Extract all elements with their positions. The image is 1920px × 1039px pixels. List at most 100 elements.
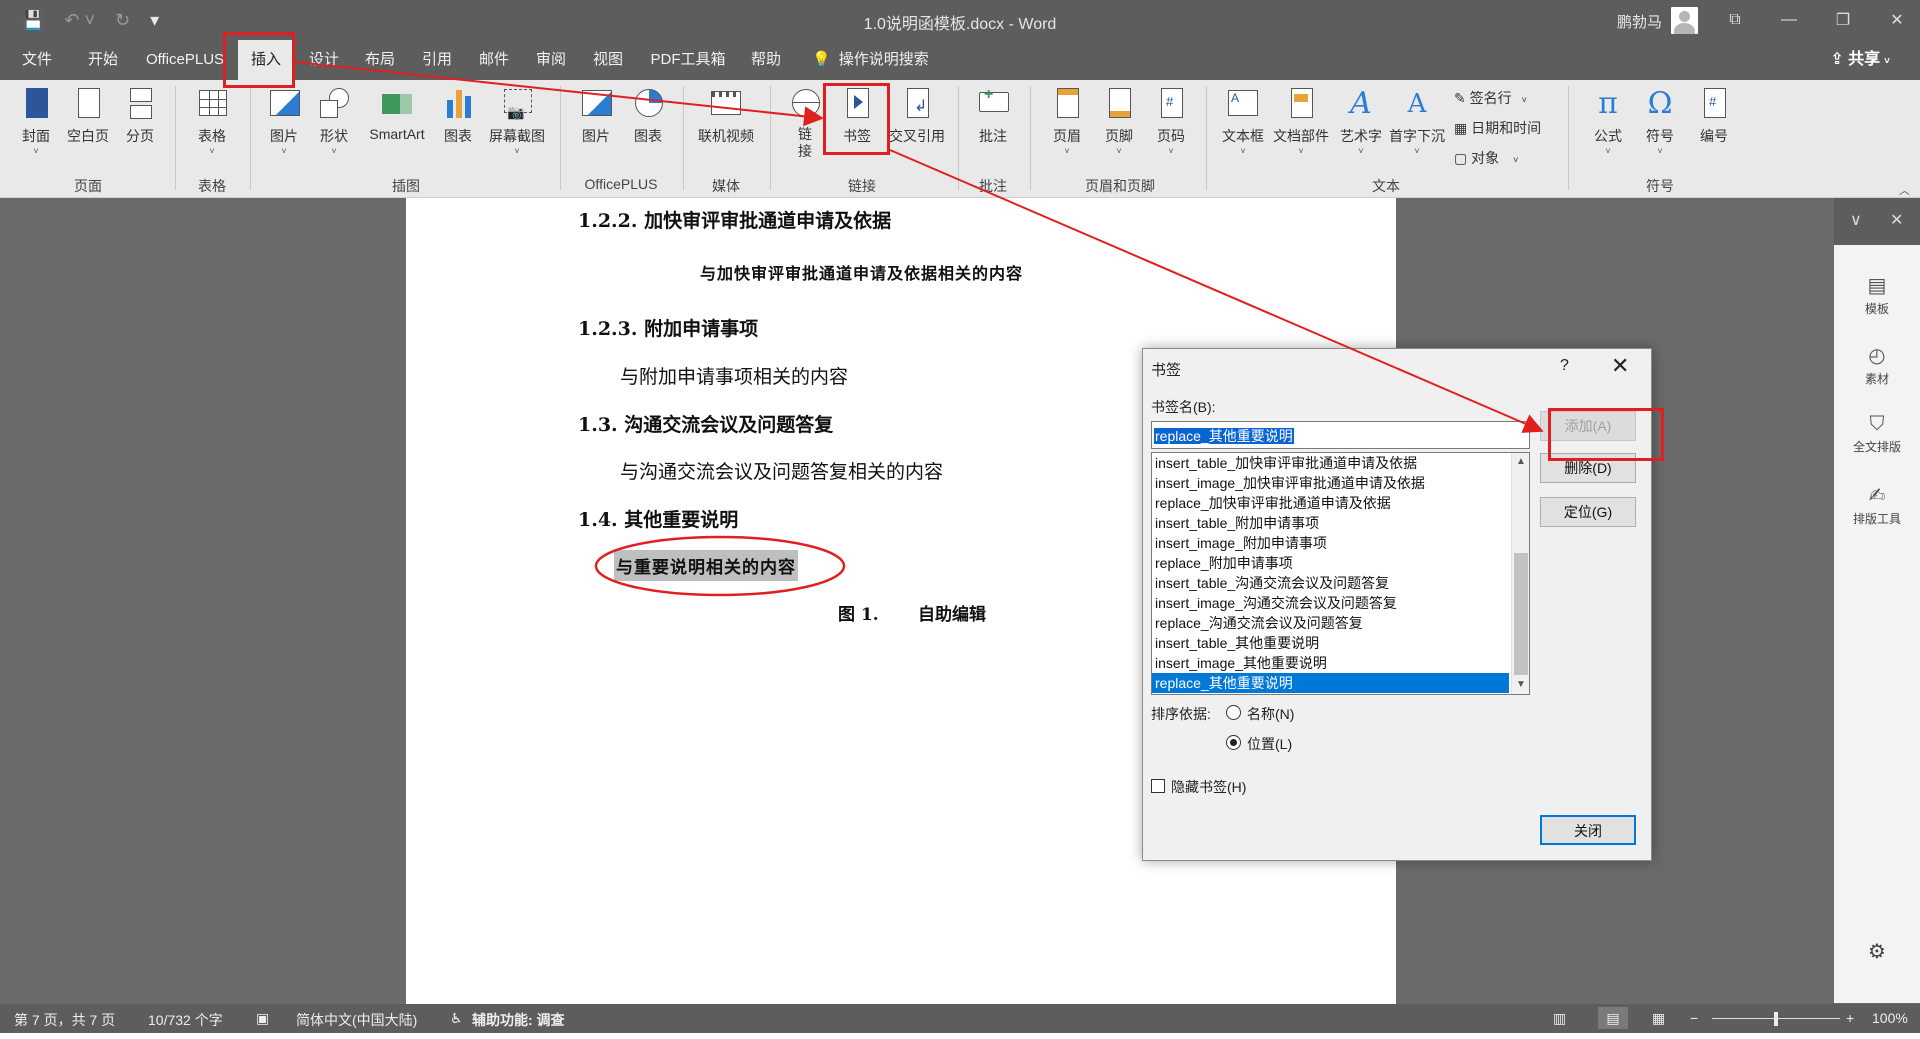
chevron-down-icon[interactable]: ∨: [1850, 210, 1862, 230]
bookmark-list-item[interactable]: insert_image_加快审评审批通道申请及依据: [1152, 473, 1509, 493]
tab-review[interactable]: 审阅: [530, 40, 572, 80]
link-button[interactable]: 链接: [782, 86, 828, 160]
bookmark-button[interactable]: 书签: [832, 86, 882, 146]
undo-icon[interactable]: ↶ ˅: [64, 10, 95, 31]
quick-parts-button[interactable]: 文档部件 ˅: [1270, 86, 1332, 156]
scroll-down-icon[interactable]: ▼: [1512, 676, 1529, 694]
table-button[interactable]: 表格 ˅: [190, 86, 234, 156]
word-count[interactable]: 10/732 个字: [148, 1010, 223, 1030]
bookmark-list[interactable]: insert_table_加快审评审批通道申请及依据 insert_image_加…: [1151, 452, 1530, 695]
ribbon-display-options-icon[interactable]: ⧉: [1712, 0, 1758, 40]
bookmark-list-item[interactable]: insert_image_沟通交流会议及问题答复: [1152, 593, 1509, 613]
tab-officeplus[interactable]: OfficePLUS: [140, 40, 230, 80]
avatar[interactable]: [1671, 7, 1698, 34]
side-panel-templates[interactable]: ▤ 模板: [1834, 273, 1920, 317]
textbox-button[interactable]: A 文本框 ˅: [1216, 86, 1270, 156]
close-button[interactable]: 关闭: [1540, 815, 1636, 845]
close-icon[interactable]: ✕: [1890, 210, 1903, 230]
read-mode-icon[interactable]: ▥: [1553, 1010, 1566, 1027]
language[interactable]: 简体中文(中国大陆): [296, 1010, 417, 1030]
bookmark-name-input[interactable]: replace_其他重要说明: [1151, 421, 1530, 449]
minimize-icon[interactable]: —: [1766, 0, 1812, 40]
zoom-out-button[interactable]: −: [1690, 1010, 1698, 1026]
shapes-button[interactable]: 形状 ˅: [312, 86, 356, 156]
cross-reference-button[interactable]: ↲ 交叉引用: [884, 86, 950, 146]
picture-button[interactable]: 图片 ˅: [262, 86, 306, 156]
bookmark-list-item[interactable]: replace_其他重要说明: [1152, 673, 1509, 693]
side-panel-full-layout[interactable]: ⛉ 全文排版: [1834, 413, 1920, 455]
list-scrollbar[interactable]: ▲ ▼: [1511, 453, 1529, 694]
save-icon[interactable]: 💾: [22, 10, 44, 31]
tab-help[interactable]: 帮助: [745, 40, 787, 80]
print-layout-icon[interactable]: ▤: [1598, 1007, 1628, 1029]
object-button[interactable]: ▢ 对象 ˅: [1454, 148, 1518, 168]
customize-toolbar-icon[interactable]: ▾: [150, 10, 159, 31]
add-button[interactable]: 添加(A): [1540, 411, 1636, 441]
restore-icon[interactable]: ❐: [1820, 0, 1866, 40]
sort-by-name-label[interactable]: 名称(N): [1247, 704, 1294, 724]
drop-cap-button[interactable]: A 首字下沉 ˅: [1386, 86, 1448, 156]
collapse-ribbon-icon[interactable]: ︿: [1899, 182, 1910, 198]
tab-layout[interactable]: 布局: [359, 40, 401, 80]
smartart-button[interactable]: SmartArt: [362, 86, 432, 142]
officeplus-chart-button[interactable]: 图表: [626, 86, 670, 146]
bookmark-list-item[interactable]: insert_table_沟通交流会议及问题答复: [1152, 573, 1509, 593]
dialog-close-icon[interactable]: ✕: [1611, 353, 1629, 379]
screenshot-button[interactable]: 📷 屏幕截图 ˅: [484, 86, 550, 156]
tab-mailings[interactable]: 邮件: [473, 40, 515, 80]
header-button[interactable]: 页眉 ˅: [1044, 86, 1090, 156]
signature-line-button[interactable]: ✎ 签名行 ˅: [1454, 88, 1527, 108]
tab-references[interactable]: 引用: [416, 40, 458, 80]
bookmark-list-item[interactable]: replace_附加申请事项: [1152, 553, 1509, 573]
bookmark-list-item[interactable]: insert_table_附加申请事项: [1152, 513, 1509, 533]
footer-button[interactable]: 页脚 ˅: [1096, 86, 1142, 156]
zoom-in-button[interactable]: +: [1846, 1010, 1854, 1026]
side-panel-layout-tools[interactable]: ✍ 排版工具: [1834, 483, 1920, 527]
web-layout-icon[interactable]: ▦: [1652, 1010, 1665, 1027]
close-icon[interactable]: ✕: [1874, 0, 1920, 40]
share-button[interactable]: ⇪ 共享 ˅: [1830, 40, 1890, 80]
help-icon[interactable]: ?: [1560, 357, 1569, 375]
sort-by-position-radio[interactable]: [1226, 735, 1241, 750]
page-number-button[interactable]: # 页码 ˅: [1148, 86, 1194, 156]
online-video-button[interactable]: 联机视频: [694, 86, 758, 146]
delete-button[interactable]: 删除(D): [1540, 453, 1636, 483]
bookmark-list-item[interactable]: insert_image_附加申请事项: [1152, 533, 1509, 553]
tab-design[interactable]: 设计: [303, 40, 345, 80]
bookmark-list-item[interactable]: replace_沟通交流会议及问题答复: [1152, 613, 1509, 633]
tab-view[interactable]: 视图: [587, 40, 629, 80]
comment-button[interactable]: + 批注: [970, 86, 1016, 146]
chart-button[interactable]: 图表: [438, 86, 478, 146]
bookmark-list-item[interactable]: insert_table_其他重要说明: [1152, 633, 1509, 653]
side-panel-materials[interactable]: ◴ 素材: [1834, 343, 1920, 387]
sort-by-position-label[interactable]: 位置(L): [1247, 734, 1292, 754]
blank-page-button[interactable]: 空白页: [62, 86, 114, 146]
numbering-button[interactable]: # 编号: [1690, 86, 1738, 146]
equation-button[interactable]: π 公式 ˅: [1584, 86, 1632, 156]
zoom-level[interactable]: 100%: [1872, 1010, 1908, 1026]
zoom-slider-thumb[interactable]: [1774, 1012, 1778, 1026]
page-break-button[interactable]: 分页: [118, 86, 162, 146]
scroll-up-icon[interactable]: ▲: [1512, 453, 1529, 471]
tab-pdf-tools[interactable]: PDF工具箱: [644, 40, 732, 80]
hide-bookmarks-checkbox[interactable]: [1151, 779, 1165, 793]
page-count[interactable]: 第 7 页，共 7 页: [14, 1010, 115, 1030]
sort-by-name-radio[interactable]: [1226, 705, 1241, 720]
wordart-button[interactable]: A 艺术字 ˅: [1336, 86, 1386, 156]
symbol-button[interactable]: Ω 符号 ˅: [1636, 86, 1684, 156]
tab-insert[interactable]: 插入: [238, 40, 294, 80]
bookmark-list-item[interactable]: insert_table_加快审评审批通道申请及依据: [1152, 453, 1509, 473]
bookmark-list-item[interactable]: insert_image_其他重要说明: [1152, 653, 1509, 673]
proofing-icon[interactable]: ▣: [256, 1010, 269, 1027]
user-name[interactable]: 鹏勃马: [1617, 11, 1662, 32]
bookmark-list-item[interactable]: replace_加快审评审批通道申请及依据: [1152, 493, 1509, 513]
tab-home[interactable]: 开始: [80, 40, 126, 80]
scrollbar-thumb[interactable]: [1514, 553, 1528, 675]
tell-me-search[interactable]: 💡 操作说明搜索: [812, 40, 929, 80]
paragraph-1-4-selected[interactable]: 与重要说明相关的内容: [614, 550, 798, 581]
settings-icon[interactable]: ⚙: [1834, 939, 1920, 964]
redo-icon[interactable]: ↻: [115, 10, 130, 31]
officeplus-picture-button[interactable]: 图片: [574, 86, 618, 146]
accessibility-status[interactable]: 辅助功能: 调查: [472, 1010, 565, 1030]
hide-bookmarks-label[interactable]: 隐藏书签(H): [1171, 777, 1246, 797]
